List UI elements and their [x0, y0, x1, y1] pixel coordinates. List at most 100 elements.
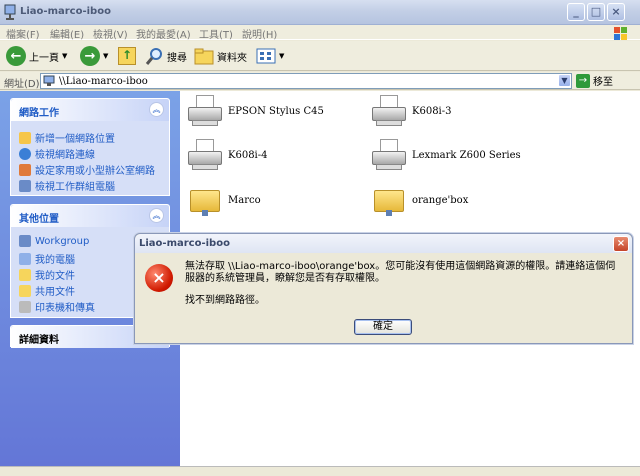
- error-icon: ×: [145, 264, 173, 292]
- views-icon: [256, 48, 276, 64]
- add-place-icon: [19, 131, 31, 144]
- menu-bar: 檔案(F) 編輯(E) 檢視(V) 我的最愛(A) 工具(T) 說明(H): [0, 25, 640, 41]
- collapse-chevron-icon[interactable]: ︽: [149, 102, 164, 117]
- toolbar: ← 上一頁 ▼ → ▼ ↑ 搜尋 資料夾 ▼: [0, 41, 640, 71]
- place-shared-documents-link[interactable]: 共用文件: [19, 283, 75, 298]
- home-network-icon: [19, 163, 31, 176]
- network-tasks-panel: 網路工作 ︽ 新增一個網路位置 檢視網路連線 設定家用或小型辦公室網路 檢視工作…: [10, 98, 170, 196]
- up-folder-icon: ↑: [118, 47, 136, 65]
- menu-favorites[interactable]: 我的最愛(A): [136, 26, 191, 41]
- view-workgroup-label: 檢視工作群組電腦: [35, 182, 115, 193]
- ok-button[interactable]: 確定: [354, 319, 412, 335]
- back-label: 上一頁: [29, 52, 59, 64]
- list-item[interactable]: Marco: [188, 184, 261, 216]
- my-documents-icon: [19, 268, 31, 281]
- printer-icon: [372, 95, 406, 127]
- add-network-place-link[interactable]: 新增一個網路位置: [19, 130, 115, 145]
- place-my-computer-label: 我的電腦: [35, 255, 75, 266]
- title-bar[interactable]: Liao-marco-iboo _ □ ×: [0, 0, 640, 25]
- list-item[interactable]: orange'box: [372, 184, 468, 216]
- place-workgroup-label: Workgroup: [35, 235, 90, 247]
- go-arrow-icon: →: [576, 73, 590, 88]
- item-label: K608i-4: [228, 149, 268, 161]
- address-bar: 網址(D) \\Liao-marco-iboo ▼ → 移至: [0, 72, 640, 90]
- search-label: 搜尋: [167, 52, 187, 64]
- maximize-button[interactable]: □: [587, 3, 605, 21]
- other-places-header[interactable]: 其他位置 ︽: [11, 205, 169, 227]
- folders-button[interactable]: 資料夾: [194, 45, 247, 67]
- shared-folder-icon: [372, 184, 406, 216]
- search-button[interactable]: 搜尋: [144, 45, 187, 67]
- error-detail: 找不到網路路徑。: [185, 295, 265, 306]
- back-button[interactable]: ← 上一頁 ▼: [6, 45, 67, 67]
- printer-icon: [188, 95, 222, 127]
- item-label: Marco: [228, 194, 261, 206]
- network-connections-icon: [19, 147, 31, 160]
- search-icon: [145, 48, 162, 65]
- workgroup-computers-icon: [19, 179, 31, 192]
- network-tasks-header[interactable]: 網路工作 ︽: [11, 99, 169, 121]
- other-places-title: 其他位置: [19, 214, 59, 225]
- printer-icon: [372, 139, 406, 171]
- go-label: 移至: [593, 77, 613, 88]
- menu-help[interactable]: 說明(H): [242, 26, 277, 41]
- error-message: 無法存取 \\Liao-marco-iboo\orange'box。您可能沒有使…: [185, 261, 616, 284]
- place-shared-documents-label: 共用文件: [35, 287, 75, 298]
- setup-home-network-link[interactable]: 設定家用或小型辦公室網路: [19, 162, 155, 177]
- item-label: EPSON Stylus C45: [228, 105, 324, 117]
- folders-label: 資料夾: [217, 52, 247, 64]
- window-title: Liao-marco-iboo: [20, 6, 111, 17]
- list-item[interactable]: K608i-4: [188, 139, 268, 171]
- shared-folder-icon: [19, 284, 31, 297]
- dialog-title-bar[interactable]: Liao-marco-iboo ×: [135, 234, 632, 253]
- place-workgroup-link[interactable]: Workgroup: [19, 235, 89, 247]
- list-item[interactable]: K608i-3: [372, 95, 452, 127]
- dialog-title: Liao-marco-iboo: [139, 238, 230, 249]
- forward-button[interactable]: → ▼: [80, 45, 108, 67]
- printer-icon: [19, 300, 31, 313]
- address-input[interactable]: \\Liao-marco-iboo: [40, 73, 572, 89]
- address-dropdown-icon[interactable]: ▼: [558, 74, 571, 87]
- dialog-close-button[interactable]: ×: [613, 236, 629, 252]
- place-printers-link[interactable]: 印表機和傳真: [19, 299, 95, 314]
- item-label: orange'box: [412, 194, 469, 206]
- view-network-connections-link[interactable]: 檢視網路連線: [19, 146, 95, 161]
- view-network-connections-label: 檢視網路連線: [35, 150, 95, 161]
- details-title: 詳細資料: [19, 335, 59, 346]
- list-item[interactable]: Lexmark Z600 Series: [372, 139, 521, 171]
- folders-icon: [194, 48, 214, 65]
- list-item[interactable]: EPSON Stylus C45: [188, 95, 324, 127]
- place-my-computer-link[interactable]: 我的電腦: [19, 251, 75, 266]
- menu-edit[interactable]: 編輯(E): [50, 26, 84, 41]
- network-tasks-title: 網路工作: [19, 108, 59, 119]
- back-arrow-icon: ←: [6, 46, 26, 66]
- forward-dropdown-icon[interactable]: ▼: [103, 52, 108, 60]
- menu-view[interactable]: 檢視(V): [93, 26, 128, 41]
- address-label: 網址(D): [4, 79, 40, 90]
- back-dropdown-icon[interactable]: ▼: [62, 52, 67, 60]
- status-bar: [0, 466, 640, 476]
- go-button[interactable]: → 移至: [576, 73, 613, 88]
- network-computer-icon: [4, 4, 16, 20]
- up-folder-button[interactable]: ↑: [118, 45, 136, 67]
- close-button[interactable]: ×: [607, 3, 625, 21]
- views-button[interactable]: ▼: [256, 45, 284, 67]
- shared-folder-icon: [188, 184, 222, 216]
- setup-home-network-label: 設定家用或小型辦公室網路: [35, 166, 155, 177]
- menu-file[interactable]: 檔案(F): [6, 26, 40, 41]
- menu-tools[interactable]: 工具(T): [199, 26, 233, 41]
- collapse-chevron-icon[interactable]: ︽: [149, 208, 164, 223]
- error-dialog: Liao-marco-iboo × × 無法存取 \\Liao-marco-ib…: [134, 233, 633, 344]
- my-computer-icon: [19, 252, 31, 265]
- network-computer-icon: [43, 75, 55, 86]
- place-my-documents-label: 我的文件: [35, 271, 75, 282]
- printer-icon: [188, 139, 222, 171]
- place-my-documents-link[interactable]: 我的文件: [19, 267, 75, 282]
- minimize-button[interactable]: _: [567, 3, 585, 21]
- item-label: Lexmark Z600 Series: [412, 149, 521, 161]
- add-network-place-label: 新增一個網路位置: [35, 134, 115, 145]
- item-label: K608i-3: [412, 105, 452, 117]
- place-printers-label: 印表機和傳真: [35, 303, 95, 314]
- forward-arrow-icon: →: [80, 46, 100, 66]
- view-workgroup-link[interactable]: 檢視工作群組電腦: [19, 178, 115, 193]
